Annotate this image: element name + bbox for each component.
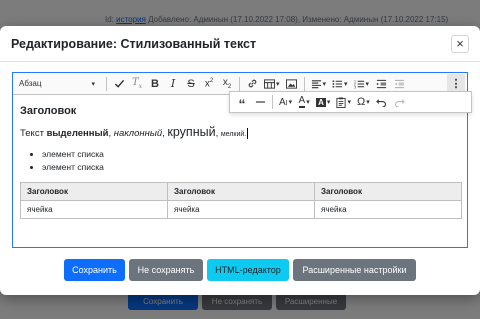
editor-content[interactable]: Заголовок Текст выделенный, наклонный, к…	[13, 95, 467, 247]
modal-footer: Сохранить Не сохранять HTML-редактор Рас…	[0, 259, 480, 281]
table-header-cell: Заголовок	[20, 182, 168, 201]
rich-text-editor[interactable]: Абзац ▾ Tx B I S x2 x2 ▾ ▾ ▾ 1 2 3 ▾ ⋮ “…	[12, 72, 472, 248]
chevron-down-icon: ▾	[91, 80, 95, 88]
superscript-button[interactable]: x2	[200, 74, 218, 94]
table-icon	[264, 78, 275, 89]
table-header-row: Заголовок Заголовок Заголовок	[20, 182, 462, 201]
content-table: Заголовок Заголовок Заголовок ячейка яче…	[20, 182, 462, 219]
modal-header: Редактирование: Стилизованный текст ×	[0, 26, 480, 62]
content-heading: Заголовок	[20, 105, 77, 117]
close-button[interactable]: ×	[451, 34, 469, 53]
content-paragraph: Текст выделенный, наклонный, крупный, ме…	[20, 125, 249, 139]
superscript-icon: x2	[204, 77, 214, 90]
image-icon	[286, 78, 298, 89]
html-editor-button[interactable]: HTML-редактор	[207, 259, 289, 281]
chevron-down-icon: ▾	[322, 80, 327, 88]
table-cell: ячейка	[167, 200, 315, 219]
numbered-list-icon: 123	[354, 79, 364, 89]
link-icon	[248, 79, 256, 88]
clear-format-icon: Tx	[131, 77, 143, 90]
strikethrough-icon: S	[187, 77, 195, 90]
svg-text:3: 3	[354, 85, 356, 88]
chevron-down-icon: ▾	[344, 80, 348, 88]
subscript-icon: x2	[222, 77, 232, 90]
more-icon: ⋮	[450, 77, 462, 90]
toolbar-divider	[106, 76, 107, 91]
strikethrough-button[interactable]: S	[182, 74, 200, 94]
advanced-settings-button[interactable]: Расширенные настройки	[293, 259, 416, 281]
toolbar-divider	[239, 76, 240, 91]
italic-button[interactable]: I	[164, 74, 182, 94]
bold-icon: B	[151, 77, 159, 90]
list-item: элемент списка	[42, 149, 460, 159]
heading-select[interactable]: Абзац ▾	[15, 75, 99, 93]
text-cursor	[247, 128, 249, 139]
save-button[interactable]: Сохранить	[64, 259, 125, 281]
table-header-cell: Заголовок	[167, 182, 315, 201]
outdent-icon	[394, 79, 404, 88]
modal-title: Редактирование: Стилизованный текст	[11, 36, 257, 51]
check-icon	[114, 79, 124, 88]
chevron-down-icon: ▾	[276, 80, 280, 88]
toolbar-divider	[303, 76, 305, 91]
table-header-cell: Заголовок	[314, 182, 462, 201]
italic-icon: I	[170, 77, 176, 90]
align-icon	[311, 79, 321, 88]
clear-format-button[interactable]: Tx	[128, 74, 146, 94]
table-cell: ячейка	[20, 200, 168, 219]
indent-icon	[376, 79, 386, 88]
list-item: элемент списка	[42, 162, 460, 172]
edit-modal: Редактирование: Стилизованный текст × Аб…	[0, 26, 480, 295]
chevron-down-icon: ▾	[365, 80, 370, 88]
dont-save-button[interactable]: Не сохранять	[129, 259, 203, 281]
check-button[interactable]	[110, 74, 128, 94]
table-row: ячейка ячейка ячейка	[20, 200, 462, 219]
bold-button[interactable]: B	[146, 74, 164, 94]
content-list: элемент списка элемент списка	[20, 149, 460, 172]
close-icon: ×	[456, 36, 464, 51]
table-cell: ячейка	[314, 200, 462, 219]
bulleted-list-icon	[332, 79, 343, 88]
